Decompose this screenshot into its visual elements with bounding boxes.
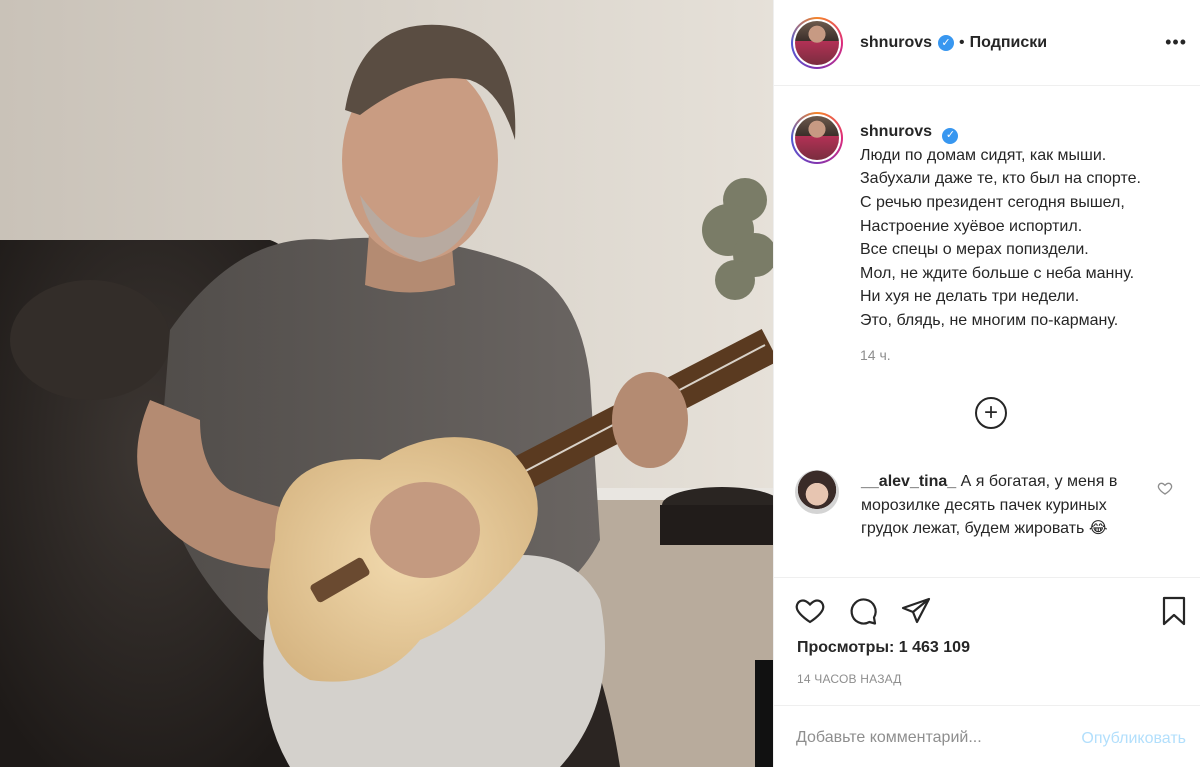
caption-username-line: shnurovs ✓	[860, 120, 1141, 144]
like-button[interactable]	[794, 595, 826, 627]
post-header: shnurovs ✓ • Подписки •••	[774, 0, 1200, 86]
caption-body: shnurovs ✓ Люди по домам сидят, как мыши…	[860, 120, 1141, 363]
post-caption: shnurovs ✓ Люди по домам сидят, как мыши…	[791, 112, 1186, 363]
avatar-frame	[793, 18, 841, 67]
heart-icon[interactable]	[1157, 480, 1173, 496]
heart-icon	[795, 599, 825, 624]
follow-button[interactable]: Подписки	[970, 34, 1047, 52]
verified-icon: ✓	[942, 127, 959, 144]
publish-button[interactable]: Опубликовать	[1081, 730, 1186, 748]
divider	[774, 705, 1200, 706]
header-names: shnurovs ✓ • Подписки	[860, 34, 1047, 52]
views-count[interactable]: Просмотры: 1 463 109	[797, 639, 970, 657]
caption-line: С речью президент сегодня вышел,	[860, 193, 1125, 211]
caption-username[interactable]: shnurovs	[860, 123, 932, 140]
verified-icon: ✓	[938, 34, 955, 51]
caption-time[interactable]: 14 ч.	[860, 347, 1141, 363]
share-icon	[901, 597, 931, 624]
caption-line: Люди по домам сидят, как мыши.	[860, 146, 1107, 164]
share-button[interactable]	[900, 595, 932, 627]
divider	[774, 577, 1200, 578]
caption-avatar[interactable]	[791, 112, 843, 164]
action-bar	[794, 595, 1186, 627]
comment-item: __alev_tina_ А я богатая, у меня в мороз…	[795, 470, 1190, 541]
avatar-image	[795, 20, 839, 65]
caption-line: Ни хуя не делать три недели.	[860, 288, 1080, 306]
more-icon[interactable]: •••	[1165, 32, 1187, 53]
comment-body: __alev_tina_ А я богатая, у меня в мороз…	[861, 470, 1141, 541]
caption-line: Все спецы о мерах попиздели.	[860, 241, 1089, 259]
author-avatar[interactable]	[791, 16, 843, 69]
comment-username[interactable]: __alev_tina_	[861, 473, 956, 490]
post-timestamp[interactable]: 14 часов назад	[797, 672, 902, 686]
avatar-frame	[793, 114, 841, 162]
post-panel: shnurovs ✓ • Подписки ••• shnurovs ✓ Люд…	[773, 0, 1200, 767]
comment-input[interactable]	[796, 729, 1016, 747]
comment-icon	[850, 598, 877, 625]
caption-text: shnurovs ✓ Люди по домам сидят, как мыши…	[860, 120, 1141, 333]
caption-line: Мол, не ждите больше с неба манну.	[860, 264, 1135, 282]
commenter-avatar[interactable]	[795, 470, 839, 514]
caption-line: Забухали даже те, кто был на спорте.	[860, 170, 1141, 188]
video-frame	[0, 0, 773, 767]
plus-circle-icon[interactable]: +	[975, 397, 1007, 429]
separator-dot: •	[959, 33, 965, 51]
caption-line: Это, блядь, не многим по-карману.	[860, 311, 1119, 329]
author-username[interactable]: shnurovs	[860, 34, 932, 52]
save-button[interactable]	[1158, 595, 1190, 627]
caption-line: Настроение хуёвое испортил.	[860, 217, 1083, 235]
avatar-image	[795, 116, 839, 160]
post-video[interactable]	[0, 0, 773, 767]
bookmark-icon	[1162, 596, 1186, 626]
comment-button[interactable]	[847, 595, 879, 627]
